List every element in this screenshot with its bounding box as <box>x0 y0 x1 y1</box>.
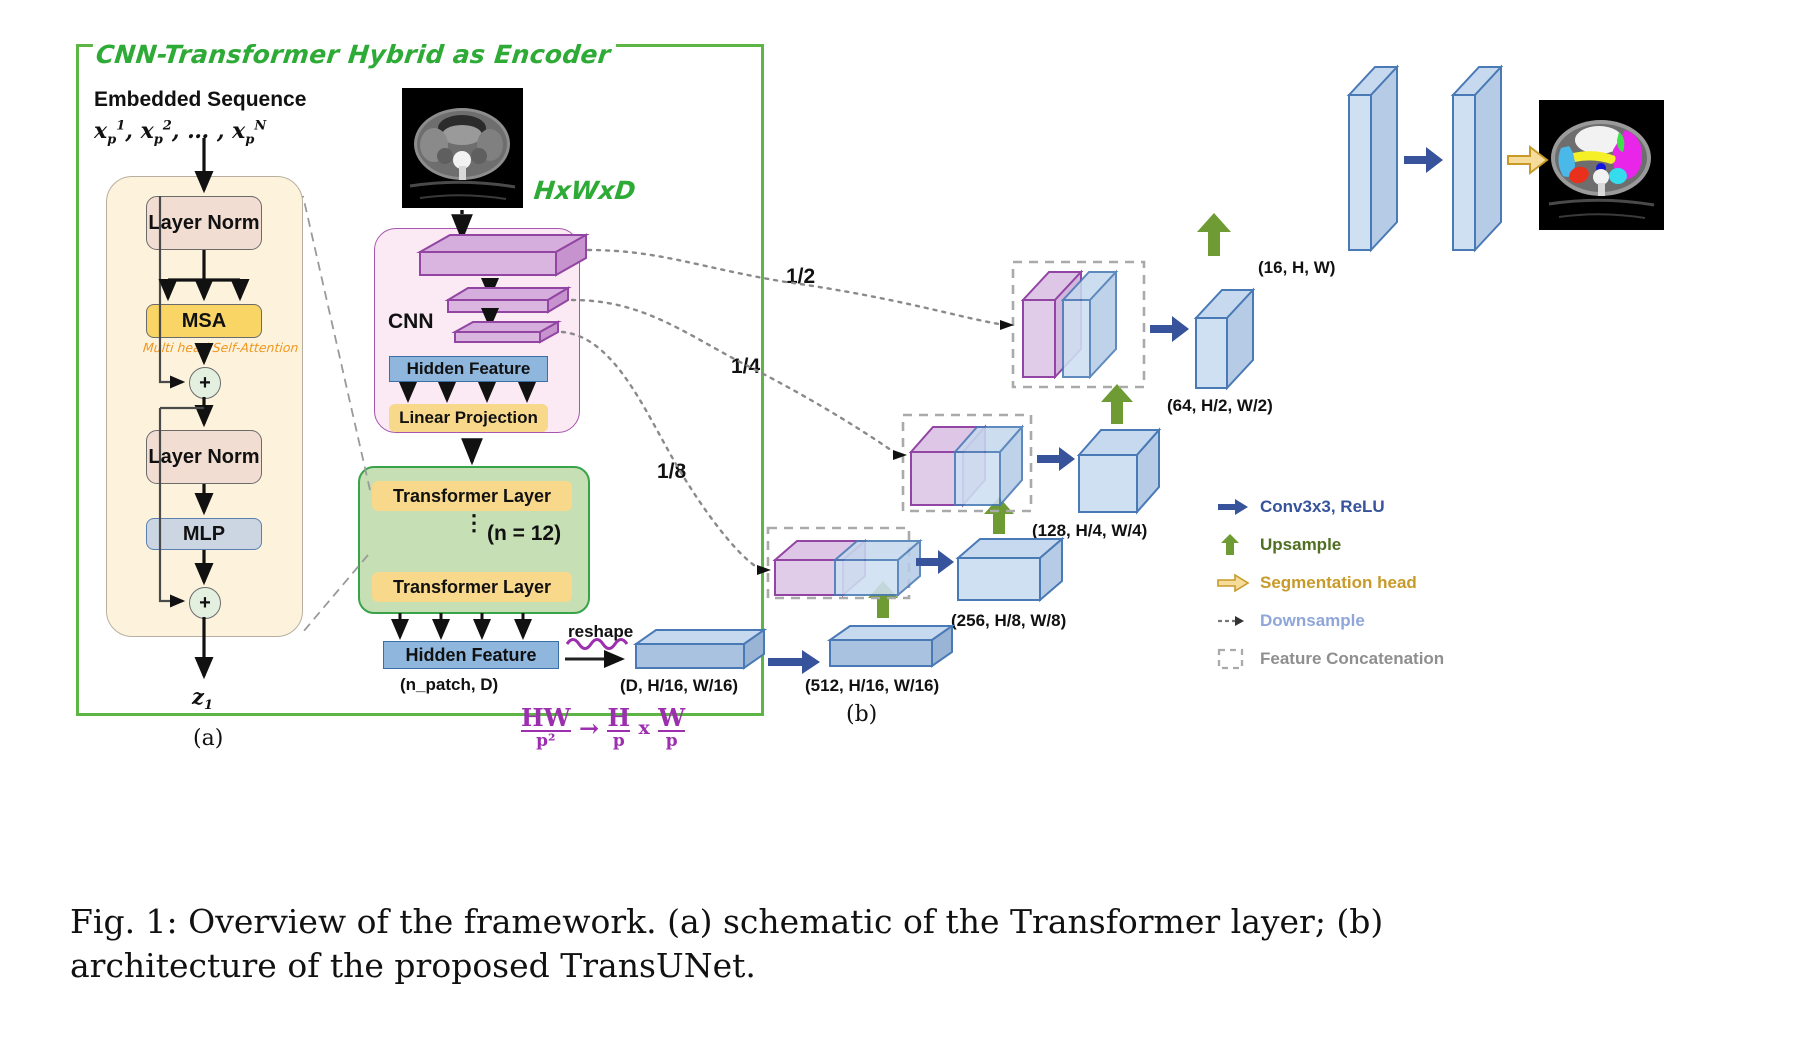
figure-caption: Fig. 1: Overview of the framework. (a) s… <box>70 902 1384 985</box>
z1-output-label: z1 <box>192 684 213 714</box>
legend-label-downsample: Downsample <box>1260 611 1365 630</box>
conv-arrow-icon <box>1216 497 1260 517</box>
skip-fraction-quarter: 1/4 <box>731 355 761 378</box>
residual-add-node-2: + <box>189 587 221 619</box>
transformer-layer-bottom: Transformer Layer <box>372 572 572 602</box>
legend-item-upsample: Upsample <box>1216 526 1546 564</box>
segmentation-output-image <box>1539 100 1664 230</box>
dim-label-512: (512, H/16, W/16) <box>805 676 940 695</box>
mlp-block: MLP <box>146 518 262 550</box>
figure-canvas: CNN-Transformer Hybrid as Encoder HxWxD … <box>0 0 1814 1040</box>
legend-label-upsample: Upsample <box>1260 535 1342 554</box>
dashed-rectangle-icon <box>1216 647 1260 671</box>
msa-block: MSA <box>146 304 262 338</box>
downsample-arrow-icon <box>1216 613 1260 629</box>
dim-label-128: (128, H/4, W/4) <box>1032 521 1148 540</box>
reshape-label: reshape <box>568 622 634 641</box>
ct-input-image <box>402 88 523 208</box>
dim-label-bottleneck: (D, H/16, W/16) <box>620 676 739 695</box>
legend-item-concat: Feature Concatenation <box>1216 640 1546 678</box>
vertical-dots-icon: ⋮ <box>463 510 485 535</box>
panel-b-label: (b) <box>846 702 878 727</box>
legend-item-seg-head: Segmentation head <box>1216 564 1546 602</box>
legend-label-conv: Conv3x3, ReLU <box>1260 497 1385 516</box>
encoder-title-handwritten: CNN-Transformer Hybrid as Encoder <box>90 40 617 69</box>
cnn-hidden-feature-block: Hidden Feature <box>389 356 548 382</box>
legend-label-seg-head: Segmentation head <box>1260 573 1417 592</box>
skip-fraction-half: 1/2 <box>786 265 816 288</box>
embedded-sequence-title: Embedded Sequence <box>94 88 307 111</box>
layer-norm-block-1: Layer Norm <box>146 196 262 250</box>
dim-label-64: (64, H/2, W/2) <box>1167 396 1273 415</box>
linear-projection-block: Linear Projection <box>389 404 548 432</box>
input-dimensions-label: HxWxD <box>532 176 638 205</box>
transformer-layer-top: Transformer Layer <box>372 481 572 511</box>
legend-label-concat: Feature Concatenation <box>1260 649 1445 668</box>
residual-add-node-1: + <box>189 367 221 399</box>
cnn-label: CNN <box>388 310 434 333</box>
reshape-formula-handwritten: HW p² → H p x W p <box>521 703 686 752</box>
n-patch-shape-label: (n_patch, D) <box>400 675 499 694</box>
segmentation-head-arrow-icon <box>1216 573 1260 593</box>
msa-annotation-handwritten: Multi head Self-Attention <box>142 340 300 355</box>
legend: Conv3x3, ReLU Upsample Segmentation head… <box>1216 488 1546 678</box>
upsample-arrow-icon <box>1216 533 1260 557</box>
dim-label-16: (16, H, W) <box>1258 258 1336 277</box>
panel-a-label: (a) <box>193 726 224 751</box>
dim-label-256: (256, H/8, W/8) <box>951 611 1067 630</box>
legend-item-conv: Conv3x3, ReLU <box>1216 488 1546 526</box>
skip-fraction-eighth: 1/8 <box>657 460 687 483</box>
layer-norm-block-2: Layer Norm <box>146 430 262 484</box>
embedded-sequence-formula: xp1, xp2, … , xpN <box>94 118 267 148</box>
legend-item-downsample: Downsample <box>1216 602 1546 640</box>
layer-count-label: (n = 12) <box>487 522 562 545</box>
transformer-hidden-feature-block: Hidden Feature <box>383 641 559 669</box>
